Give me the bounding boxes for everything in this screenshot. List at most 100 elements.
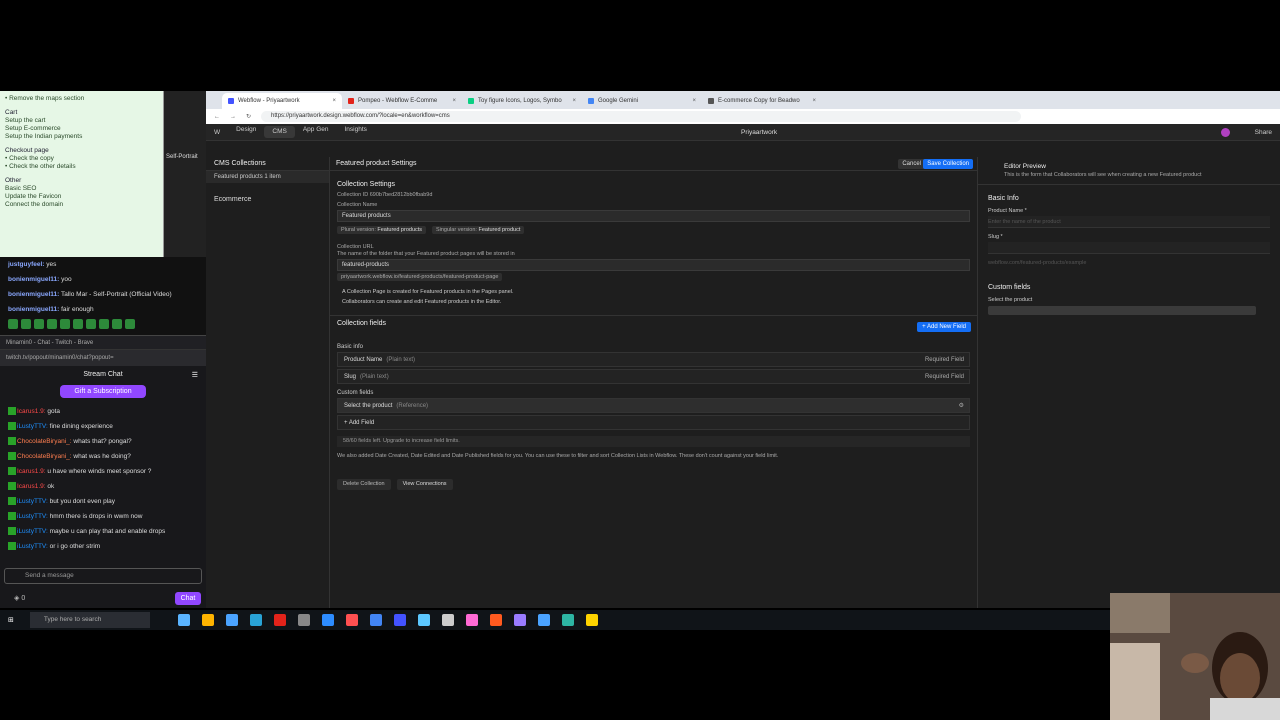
users-icon[interactable]: ☰ [192,371,198,379]
close-icon[interactable]: × [332,98,336,104]
taskbar-app-icon[interactable] [561,614,574,626]
close-icon[interactable]: × [452,98,456,104]
chat-username[interactable]: Icarus1.9: [17,408,46,415]
url-field[interactable]: https://priyaartwork.design.webflow.com/… [261,111,1022,122]
close-icon[interactable]: × [812,98,816,104]
chat-username[interactable]: iLustyTTV: [17,513,48,520]
taskbar-app-icon[interactable] [249,614,262,626]
chat-message-text: u have where winds meet sponsor ? [47,468,152,475]
webflow-logo-icon[interactable]: W [206,129,228,136]
browser-tab[interactable]: Pompeo - Webflow E-Comme × [342,93,462,109]
sidebar-item-featured-products[interactable]: Featured products 1 item [206,171,329,183]
tab-label: Pompeo - Webflow E-Comme [358,98,438,104]
save-collection-button[interactable]: Save Collection [923,159,973,169]
avatar[interactable] [1221,127,1230,137]
tab-cms[interactable]: CMS [264,126,295,138]
field-row-select-product[interactable]: Select the product (Reference) ⚙ [337,398,970,413]
back-icon[interactable]: ← [214,114,220,120]
taskbar-app-icon[interactable] [297,614,310,626]
emote-icon[interactable] [99,319,109,329]
chat-username[interactable]: Icarus1.9: [17,483,46,490]
channel-points[interactable]: ◈ 0 [14,594,25,602]
taskbar-app-icon[interactable] [441,614,454,626]
chat-username[interactable]: iLustyTTV: [17,543,48,550]
browser-tab[interactable]: Webflow - Priyaartwork × [222,93,342,109]
taskbar-app-icon[interactable] [585,614,598,626]
chat-input[interactable]: Send a message [4,568,202,584]
chat-message-text: fine dining experience [49,423,113,430]
taskbar-app-icon[interactable] [513,614,526,626]
reload-icon[interactable]: ↻ [246,113,251,120]
gear-icon[interactable]: ⚙ [959,402,964,409]
emote-icon[interactable] [73,319,83,329]
emote-icon[interactable] [125,319,135,329]
editor-preview: Editor Preview This is the form that Col… [978,157,1280,608]
browser-tab[interactable]: E-commerce Copy for Beadwo × [702,93,822,109]
chat-send-button[interactable]: Chat [175,592,201,605]
taskbar-app-icon[interactable] [393,614,406,626]
mini-chat-line: bonienmiguel11: Tallo Mar - Self-Portrai… [8,287,198,302]
popout-titlebar: Minamin0 - Chat - Twitch - Brave [0,336,206,350]
share-button[interactable]: Share [1255,129,1272,136]
chat-username[interactable]: iLustyTTV: [17,498,48,505]
emote-icon[interactable] [60,319,70,329]
chat-username[interactable]: Icarus1.9: [17,468,46,475]
field-type: (Reference) [396,402,429,409]
tab-favicon-icon [708,98,714,104]
preview-slug-input[interactable] [988,242,1270,254]
taskbar-app-icon[interactable] [225,614,238,626]
taskbar-app-icon[interactable] [321,614,334,626]
field-row[interactable]: Slug (Plain text) Required Field [337,369,970,384]
close-icon[interactable]: × [692,98,696,104]
tab-design[interactable]: Design [228,126,264,138]
taskbar-app-icon[interactable] [273,614,286,626]
forward-icon[interactable]: → [230,114,236,120]
chat-message-text: gota [47,408,61,415]
emote-icon[interactable] [34,319,44,329]
collection-url-input[interactable]: featured-products [337,259,970,271]
emote-icon[interactable] [8,319,18,329]
emote-icon[interactable] [112,319,122,329]
taskbar-app-icon[interactable] [177,614,190,626]
collection-name-input[interactable]: Featured products [337,210,970,222]
tab-insights[interactable]: Insights [337,126,375,138]
taskbar-app-icon[interactable] [345,614,358,626]
url-text: https://priyaartwork.design.webflow.com/… [271,113,450,119]
browser-tab[interactable]: Toy figure Icons, Logos, Symbo × [462,93,582,109]
gift-subscription-button[interactable]: Gift a Subscription [60,385,146,398]
add-field-row[interactable]: + Add Field [337,415,970,430]
chat-username[interactable]: iLustyTTV: [17,423,48,430]
cancel-button[interactable]: Cancel [898,159,925,169]
preview-product-name-input[interactable]: Enter the name of the product [988,216,1270,228]
chat-message: Tallo Mar - Self-Portrait (Official Vide… [61,291,172,298]
preview-product-name-label: Product Name * [988,208,1027,214]
singular-version[interactable]: Singular version: Featured product [431,226,525,234]
start-icon[interactable]: ⊞ [8,616,14,624]
delete-collection-button[interactable]: Delete Collection [337,479,391,490]
taskbar-app-icon[interactable] [369,614,382,626]
taskbar-app-icon[interactable] [537,614,550,626]
emote-icon[interactable] [21,319,31,329]
add-new-field-button[interactable]: + Add New Field [917,322,971,332]
preview-select-dropdown[interactable] [988,306,1256,315]
taskbar-app-icon[interactable] [465,614,478,626]
chat-username[interactable]: iLustyTTV: [17,528,48,535]
close-icon[interactable]: × [572,98,576,104]
taskbar-search[interactable]: Type here to search [29,612,150,628]
field-row[interactable]: Product Name (Plain text) Required Field [337,352,970,367]
emote-icon[interactable] [47,319,57,329]
chat-message-list: Icarus1.9: gota iLustyTTV: fine dining ex… [0,398,206,554]
taskbar-app-icon[interactable] [489,614,502,626]
notes-heading: Other [5,177,22,184]
emote-icon[interactable] [86,319,96,329]
taskbar-app-icon[interactable] [417,614,430,626]
plural-version[interactable]: Plural version: Featured products [337,226,427,234]
chat-username[interactable]: ChocolateBiryani_: [17,453,72,460]
tab-app-gen[interactable]: App Gen [295,126,337,138]
chat-username[interactable]: ChocolateBiryani_: [17,438,72,445]
sidebar-item-ecommerce[interactable]: Ecommerce [206,193,329,207]
view-connections-button[interactable]: View Connections [396,479,453,490]
taskbar-app-icon[interactable] [201,614,214,626]
browser-tab[interactable]: Google Gemini × [582,93,702,109]
popout-url-bar[interactable]: twitch.tv/popout/minamin0/chat?popout= [0,350,206,366]
